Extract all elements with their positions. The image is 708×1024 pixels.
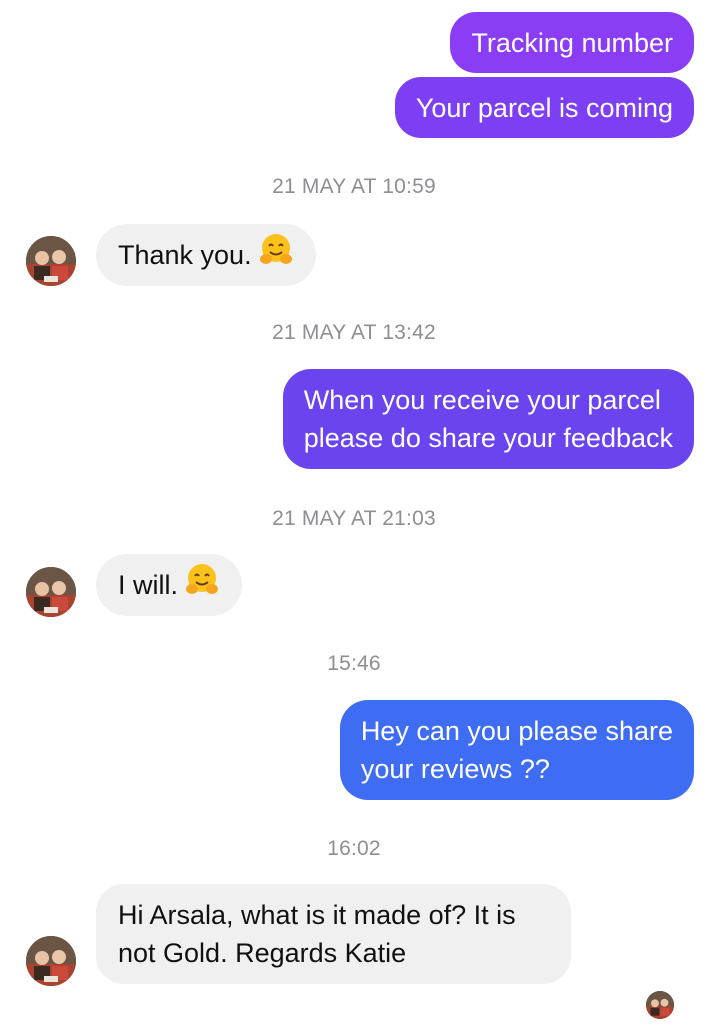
contact-avatar[interactable]	[26, 236, 76, 286]
message-text: Thank you.	[118, 240, 252, 271]
outgoing-message-bubble[interactable]: Tracking number	[450, 12, 694, 73]
message-line: Hi Arsala, what is it made of? It is	[118, 900, 516, 930]
contact-avatar[interactable]	[26, 567, 76, 617]
message-line: your reviews ??	[360, 754, 550, 784]
incoming-message-bubble[interactable]: Hi Arsala, what is it made of? It is not…	[96, 884, 571, 984]
hugging-face-emoji-icon	[258, 232, 294, 278]
timestamp: 21 MAY AT 10:59	[272, 175, 436, 198]
timestamp: 16:02	[327, 837, 381, 860]
message-line: Hey can you please share	[360, 716, 673, 746]
incoming-message-bubble[interactable]: I will.	[96, 554, 242, 616]
incoming-message-bubble[interactable]: Thank you.	[96, 224, 316, 286]
hugging-face-emoji-icon	[184, 562, 220, 608]
message-text: Tracking number	[471, 28, 673, 58]
message-text: I will.	[118, 570, 178, 601]
timestamp: 15:46	[327, 652, 381, 675]
outgoing-message-bubble[interactable]: Your parcel is coming	[394, 77, 694, 138]
outgoing-message-bubble[interactable]: When you receive your parcel please do s…	[282, 369, 694, 469]
message-line: When you receive your parcel	[303, 385, 661, 415]
read-receipt-avatar	[646, 991, 674, 1019]
contact-avatar[interactable]	[26, 936, 76, 986]
timestamp: 21 MAY AT 21:03	[272, 507, 436, 530]
timestamp: 21 MAY AT 13:42	[272, 321, 436, 344]
message-text: Your parcel is coming	[415, 93, 673, 123]
chat-thread: { "conversation": { "messages": [ { "dir…	[0, 0, 708, 1024]
message-line: please do share your feedback	[303, 423, 673, 453]
outgoing-message-bubble[interactable]: Hey can you please share your reviews ??	[339, 700, 694, 800]
message-line: not Gold. Regards Katie	[118, 938, 407, 968]
